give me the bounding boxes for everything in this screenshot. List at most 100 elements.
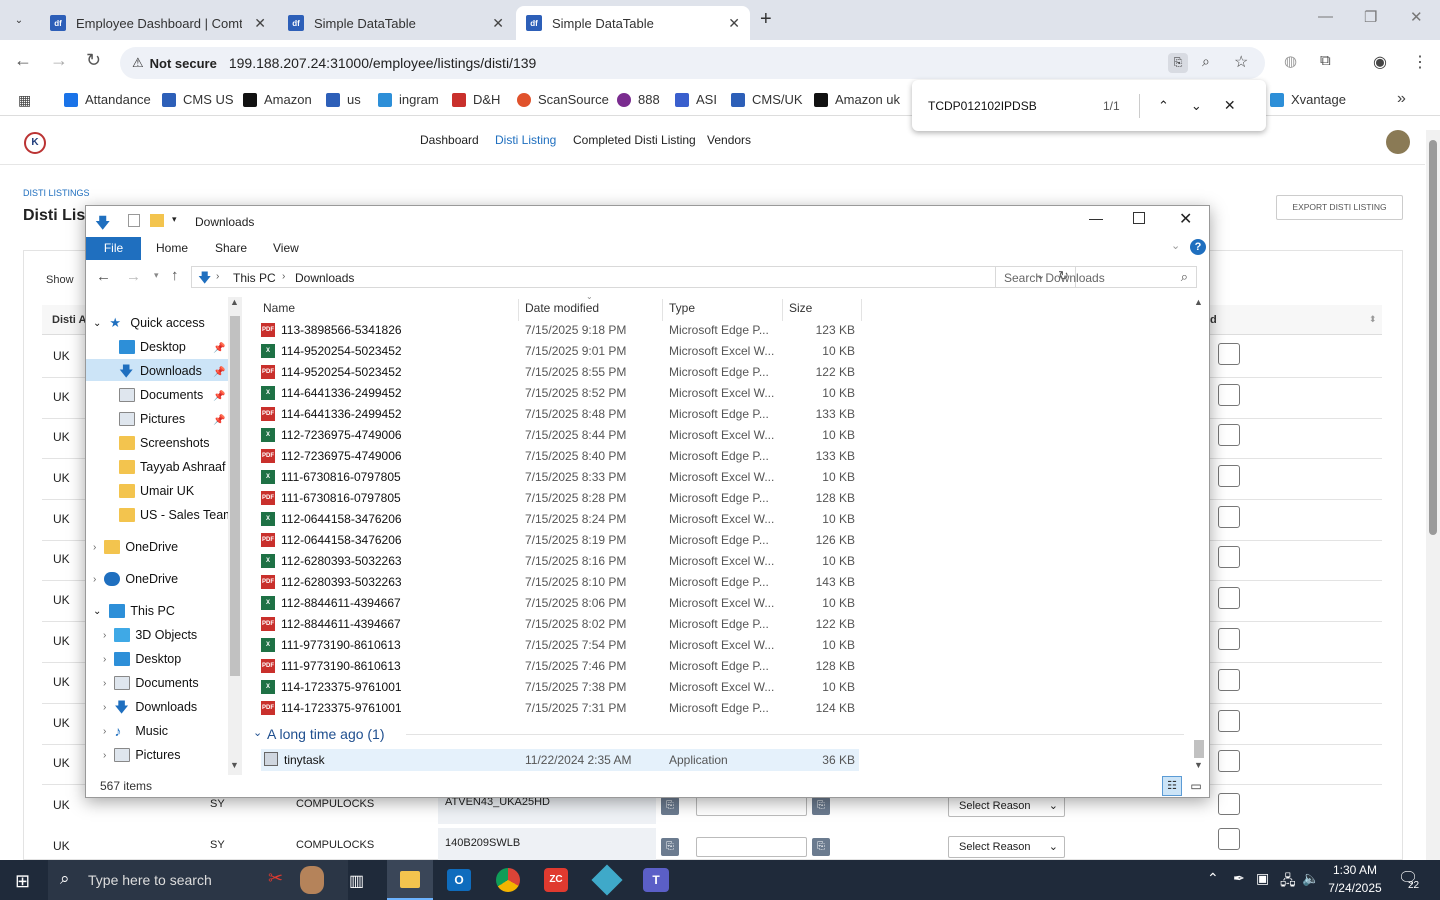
- tree-item-screenshots[interactable]: Screenshots: [119, 436, 209, 450]
- column-date-modified[interactable]: Date modified: [525, 301, 599, 315]
- column-name[interactable]: Name: [263, 301, 295, 315]
- tree-item-pictures[interactable]: Pictures: [119, 412, 185, 426]
- avatar[interactable]: [1386, 130, 1410, 154]
- file-row[interactable]: X 111-6730816-0797805 7/15/2025 8:33 PM Mic…: [261, 466, 861, 487]
- help-icon[interactable]: ?: [1190, 239, 1206, 255]
- tab-search-button[interactable]: ⌄: [8, 10, 30, 32]
- tree-item-pc-downloads[interactable]: › 🡇 Downloads: [103, 700, 197, 714]
- copy-icon[interactable]: ⎘: [812, 838, 830, 856]
- forward-icon[interactable]: →: [126, 268, 141, 285]
- chevron-down-icon[interactable]: ⌄: [253, 726, 262, 739]
- nav-vendors[interactable]: Vendors: [707, 133, 751, 147]
- tree-item-us-sales[interactable]: US - Sales Team: [119, 508, 234, 522]
- file-row[interactable]: X 112-8844611-4394667 7/15/2025 8:06 PM Mic…: [261, 592, 861, 613]
- file-row[interactable]: X 111-9773190-8610613 7/15/2025 7:54 PM Mic…: [261, 634, 861, 655]
- find-input[interactable]: TCDP012102IPDSB: [928, 99, 1103, 113]
- row-checkbox[interactable]: [1218, 828, 1240, 850]
- properties-icon[interactable]: [128, 214, 140, 227]
- file-row[interactable]: X 112-0644158-3476206 7/15/2025 8:24 PM Mic…: [261, 508, 861, 529]
- row-input[interactable]: [696, 796, 807, 816]
- find-next-icon[interactable]: ⌄: [1191, 98, 1202, 114]
- breadcrumb-this-pc[interactable]: This PC: [233, 271, 276, 285]
- bookmark-us[interactable]: us: [326, 92, 361, 107]
- ribbon-tab-file[interactable]: File: [86, 237, 141, 260]
- site-logo[interactable]: K: [24, 132, 46, 154]
- file-row[interactable]: PDF 114-6441336-2499452 7/15/2025 8:48 PM M…: [261, 403, 861, 424]
- file-scrollbar[interactable]: [1192, 297, 1206, 775]
- file-row[interactable]: X 114-9520254-5023452 7/15/2025 9:01 PM Mic…: [261, 340, 861, 361]
- scroll-down-icon[interactable]: ▼: [1194, 760, 1203, 770]
- file-row[interactable]: PDF 114-1723375-9761001 7/15/2025 7:31 PM M…: [261, 697, 861, 718]
- nav-disti-listing[interactable]: Disti Listing: [495, 133, 556, 147]
- tree-item-desktop[interactable]: Desktop: [119, 340, 186, 354]
- bookmark-asi[interactable]: ASI: [675, 92, 717, 107]
- taskbar-search-box[interactable]: ⌕ Type here to search ✂: [48, 860, 348, 900]
- tree-item-this-pc[interactable]: ⌄ This PC: [93, 604, 175, 618]
- chevron-down-icon[interactable]: ▾: [172, 214, 177, 225]
- scroll-up-icon[interactable]: ▲: [1194, 297, 1203, 307]
- tree-item-onedrive-1[interactable]: › OneDrive: [93, 540, 178, 554]
- back-icon[interactable]: ←: [14, 50, 32, 71]
- tree-item-pc-documents[interactable]: › Documents: [103, 676, 199, 690]
- bookmark-dh[interactable]: D&H: [452, 92, 500, 107]
- row-checkbox[interactable]: [1218, 546, 1240, 568]
- up-icon[interactable]: ↑: [171, 267, 179, 284]
- row-checkbox[interactable]: [1218, 587, 1240, 609]
- tree-item-3d-objects[interactable]: › 3D Objects: [103, 628, 197, 642]
- column-header[interactable]: d: [1210, 314, 1217, 326]
- tree-item-music[interactable]: › ♪ Music: [103, 724, 168, 738]
- file-row[interactable]: PDF 112-6280393-5032263 7/15/2025 8:10 PM M…: [261, 571, 861, 592]
- sort-icon[interactable]: ⬍: [1369, 314, 1377, 325]
- zoho-icon[interactable]: ZC: [544, 868, 568, 892]
- pin-icon[interactable]: 📌: [213, 415, 225, 426]
- row-checkbox[interactable]: [1218, 424, 1240, 446]
- tree-item-tayyab[interactable]: Tayyab Ashraaf: [119, 460, 225, 474]
- row-checkbox[interactable]: [1218, 669, 1240, 691]
- details-view-icon[interactable]: ☷: [1162, 776, 1182, 796]
- close-icon[interactable]: ✕: [728, 15, 740, 32]
- forward-icon[interactable]: →: [50, 50, 68, 71]
- find-previous-icon[interactable]: ⌃: [1158, 98, 1169, 114]
- breadcrumb-downloads[interactable]: Downloads: [295, 271, 354, 285]
- row-checkbox[interactable]: [1218, 343, 1240, 365]
- show-hidden-icons[interactable]: ⌃: [1207, 870, 1219, 887]
- file-row[interactable]: PDF 112-0644158-3476206 7/15/2025 8:19 PM M…: [261, 529, 861, 550]
- file-row-tinytask[interactable]: tinytask 11/22/2024 2:35 AM Application …: [261, 749, 859, 771]
- display-icon[interactable]: ▣: [1256, 870, 1269, 887]
- address-bar[interactable]: 🡇 › This PC › Downloads ⌄ ↻: [191, 266, 1076, 288]
- new-tab-button[interactable]: +: [760, 8, 772, 31]
- teams-icon[interactable]: T: [643, 868, 669, 892]
- minimize-icon[interactable]: —: [1318, 8, 1333, 25]
- ribbon-tab-share[interactable]: Share: [215, 241, 247, 255]
- row-checkbox[interactable]: [1218, 750, 1240, 772]
- tree-item-pc-desktop[interactable]: › Desktop: [103, 652, 181, 666]
- outlook-icon[interactable]: O: [447, 869, 471, 891]
- tab-simple-datatable-1[interactable]: df Simple DataTable ✕: [278, 6, 514, 40]
- column-header[interactable]: Disti A: [52, 314, 86, 326]
- extensions-icon[interactable]: ⧉: [1320, 52, 1331, 69]
- row-checkbox[interactable]: [1218, 506, 1240, 528]
- row-checkbox[interactable]: [1218, 465, 1240, 487]
- bookmark-attandance[interactable]: Attandance: [64, 92, 151, 107]
- file-row[interactable]: PDF 112-7236975-4749006 7/15/2025 8:40 PM M…: [261, 445, 861, 466]
- file-row[interactable]: X 112-6280393-5032263 7/15/2025 8:16 PM Mic…: [261, 550, 861, 571]
- chrome-icon[interactable]: [496, 868, 520, 892]
- group-header[interactable]: A long time ago (1): [267, 726, 385, 742]
- volume-icon[interactable]: 🔈: [1302, 870, 1319, 887]
- row-checkbox[interactable]: [1218, 793, 1240, 815]
- more-bookmarks-icon[interactable]: »: [1397, 90, 1406, 108]
- bookmark-amazon[interactable]: Amazon: [243, 92, 312, 107]
- scroll-down-icon[interactable]: ▼: [230, 760, 239, 770]
- close-window-icon[interactable]: ✕: [1410, 8, 1423, 26]
- file-row[interactable]: PDF 114-9520254-5023452 7/15/2025 8:55 PM M…: [261, 361, 861, 382]
- bookmark-amazon-uk[interactable]: Amazon uk: [814, 92, 900, 107]
- address-bar[interactable]: ⚠ Not secure 199.188.207.24:31000/employ…: [120, 47, 1265, 79]
- file-row[interactable]: PDF 113-3898566-5341826 7/15/2025 9:18 PM M…: [261, 319, 861, 340]
- url-text[interactable]: 199.188.207.24:31000/employee/listings/d…: [229, 55, 536, 71]
- large-icons-view-icon[interactable]: ▭: [1186, 776, 1206, 796]
- globe-icon[interactable]: ◍: [1284, 52, 1297, 70]
- tree-item-pc-pictures[interactable]: › Pictures: [103, 748, 181, 762]
- back-icon[interactable]: ←: [96, 268, 111, 285]
- tree-item-umair[interactable]: Umair UK: [119, 484, 194, 498]
- tree-item-documents[interactable]: Documents: [119, 388, 203, 402]
